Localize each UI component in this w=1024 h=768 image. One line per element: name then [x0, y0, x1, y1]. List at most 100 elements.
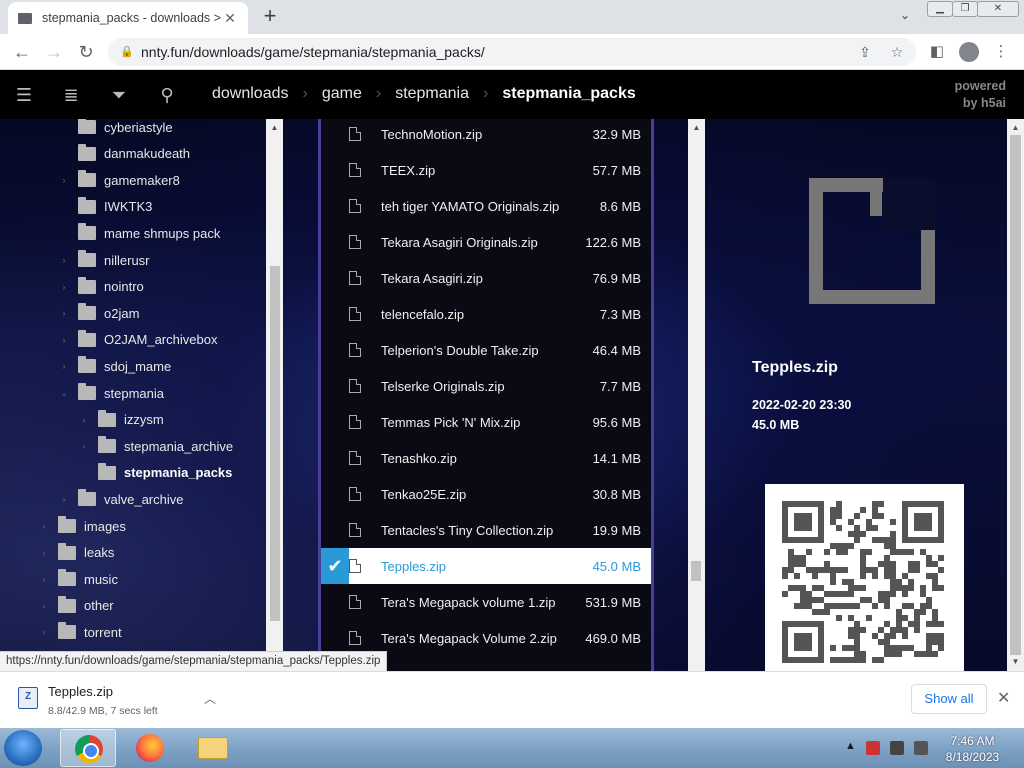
select-checkmark-icon[interactable]: [321, 224, 349, 260]
powered-by[interactable]: powered by h5ai: [955, 78, 1006, 112]
page-scroll-down-icon[interactable]: ▼: [1007, 655, 1024, 669]
file-name[interactable]: Telperion's Double Take.zip: [381, 343, 571, 358]
tree-item[interactable]: › izzysm: [78, 407, 164, 433]
file-name[interactable]: TEEX.zip: [381, 163, 571, 178]
select-checkmark-icon[interactable]: [321, 440, 349, 476]
select-checkmark-icon[interactable]: ✔: [321, 548, 349, 584]
tray-expand-icon[interactable]: ▲: [845, 740, 856, 752]
file-name[interactable]: Tekara Asagiri Originals.zip: [381, 235, 571, 250]
tree-item[interactable]: mame shmups pack: [58, 220, 220, 246]
file-row[interactable]: TechnoMotion.zip 32.9 MB: [321, 119, 651, 152]
file-row[interactable]: ✔ Tepples.zip 45.0 MB: [321, 548, 651, 584]
taskbar-chrome[interactable]: [60, 729, 116, 767]
file-row[interactable]: Tentacles's Tiny Collection.zip 19.9 MB: [321, 512, 651, 548]
taskbar-explorer[interactable]: [184, 729, 240, 767]
chevron-right-icon[interactable]: ›: [58, 255, 70, 265]
forward-icon[interactable]: →: [42, 40, 66, 64]
tree-item[interactable]: › stepmania_archive: [78, 433, 233, 459]
tree-item[interactable]: › sdoj_mame: [58, 353, 171, 379]
page-scroll-up-icon[interactable]: ▲: [1007, 121, 1024, 135]
show-all-button[interactable]: Show all: [911, 684, 987, 714]
tab-search-chevron-icon[interactable]: ⌄: [896, 8, 914, 26]
file-name[interactable]: Tenashko.zip: [381, 451, 571, 466]
list-scroll-up-icon[interactable]: ▲: [688, 121, 705, 135]
new-tab-button[interactable]: +: [258, 5, 282, 29]
taskbar-firefox[interactable]: [122, 729, 178, 767]
zip-file-icon[interactable]: Z: [18, 687, 38, 709]
profile-avatar[interactable]: [959, 42, 979, 62]
select-checkmark-icon[interactable]: [321, 584, 349, 620]
select-checkmark-icon[interactable]: [321, 152, 349, 188]
minimize-button[interactable]: ▁: [927, 1, 953, 17]
select-checkmark-icon[interactable]: [321, 512, 349, 548]
search-icon[interactable]: ⚲: [156, 84, 178, 106]
tree-item[interactable]: › o2jam: [58, 300, 139, 326]
tree-item[interactable]: › O2JAM_archivebox: [58, 327, 217, 353]
chevron-right-icon[interactable]: ›: [58, 308, 70, 318]
page-scrollbar-thumb[interactable]: [1010, 135, 1021, 655]
file-row[interactable]: telencefalo.zip 7.3 MB: [321, 296, 651, 332]
chevron-right-icon[interactable]: ›: [38, 601, 50, 611]
action-center-icon[interactable]: [866, 741, 880, 755]
chevron-right-icon[interactable]: ›: [38, 574, 50, 584]
select-checkmark-icon[interactable]: [321, 404, 349, 440]
file-name[interactable]: TechnoMotion.zip: [381, 127, 571, 142]
tree-item[interactable]: cyberiastyle: [58, 119, 173, 140]
reload-icon[interactable]: ↻: [74, 40, 98, 64]
file-name[interactable]: Tekara Asagiri.zip: [381, 271, 571, 286]
file-row[interactable]: teh tiger YAMATO Originals.zip 8.6 MB: [321, 188, 651, 224]
bookmark-star-icon[interactable]: ☆: [888, 43, 906, 61]
select-checkmark-icon[interactable]: [321, 188, 349, 224]
chevron-right-icon[interactable]: ›: [58, 175, 70, 185]
close-icon[interactable]: ✕: [997, 688, 1010, 708]
tree-item[interactable]: IWKTK3: [58, 194, 152, 220]
chevron-right-icon[interactable]: ›: [58, 335, 70, 345]
chevron-down-icon[interactable]: ⌄: [58, 388, 70, 399]
select-checkmark-icon[interactable]: [321, 368, 349, 404]
file-name[interactable]: Tera's Megapack Volume 2.zip: [381, 631, 571, 646]
chevron-right-icon[interactable]: ›: [58, 494, 70, 504]
filter-icon[interactable]: ⏷: [108, 84, 130, 106]
file-name[interactable]: Temmas Pick 'N' Mix.zip: [381, 415, 571, 430]
file-row[interactable]: Tenashko.zip 14.1 MB: [321, 440, 651, 476]
tree-item[interactable]: › other: [38, 593, 114, 619]
back-icon[interactable]: ←: [10, 40, 34, 64]
side-panel-icon[interactable]: ◧: [927, 42, 947, 62]
hamburger-menu-icon[interactable]: ☰: [13, 84, 35, 106]
breadcrumb-stepmania[interactable]: stepmania: [395, 85, 469, 103]
file-row[interactable]: Temmas Pick 'N' Mix.zip 95.6 MB: [321, 404, 651, 440]
tree-scrollbar-thumb[interactable]: [270, 266, 280, 621]
breadcrumb-game[interactable]: game: [322, 85, 362, 103]
tree-item[interactable]: › torrent: [38, 619, 122, 645]
network-icon[interactable]: [890, 741, 904, 755]
url-text[interactable]: nnty.fun/downloads/game/stepmania/stepma…: [141, 44, 485, 60]
lock-icon[interactable]: 🔒: [120, 45, 134, 59]
list-scrollbar[interactable]: [688, 119, 705, 671]
file-row[interactable]: Tenkao25E.zip 30.8 MB: [321, 476, 651, 512]
volume-icon[interactable]: [914, 741, 928, 755]
file-row[interactable]: Telserke Originals.zip 7.7 MB: [321, 368, 651, 404]
tree-item[interactable]: danmakudeath: [58, 141, 190, 167]
tree-item[interactable]: ⌄ stepmania: [58, 380, 164, 406]
tree-scroll-up-icon[interactable]: ▲: [266, 121, 283, 135]
file-name[interactable]: Telserke Originals.zip: [381, 379, 571, 394]
file-name[interactable]: Tera's Megapack volume 1.zip: [381, 595, 571, 610]
breadcrumb-stepmania-packs[interactable]: stepmania_packs: [502, 85, 635, 103]
file-row[interactable]: Tera's Megapack volume 1.zip 531.9 MB: [321, 584, 651, 620]
select-checkmark-icon[interactable]: [321, 476, 349, 512]
breadcrumb-downloads[interactable]: downloads: [212, 85, 289, 103]
address-bar[interactable]: 🔒 nnty.fun/downloads/game/stepmania/step…: [108, 38, 916, 66]
tree-item[interactable]: › nillerusr: [58, 247, 150, 273]
tree-item[interactable]: › nointro: [58, 274, 144, 300]
tree-item[interactable]: › leaks: [38, 540, 114, 566]
tree-item[interactable]: › music: [38, 566, 118, 592]
chevron-right-icon[interactable]: ›: [78, 441, 90, 451]
tree-item[interactable]: › images: [38, 513, 126, 539]
share-icon[interactable]: ⇪: [856, 43, 874, 61]
chevron-right-icon[interactable]: ›: [78, 415, 90, 425]
clock[interactable]: 7:46 AM 8/18/2023: [935, 733, 1010, 765]
chevron-right-icon[interactable]: ›: [58, 282, 70, 292]
file-row[interactable]: TEEX.zip 57.7 MB: [321, 152, 651, 188]
chevron-up-icon[interactable]: ︿: [204, 690, 216, 707]
tab-close-icon[interactable]: ✕: [222, 10, 238, 27]
